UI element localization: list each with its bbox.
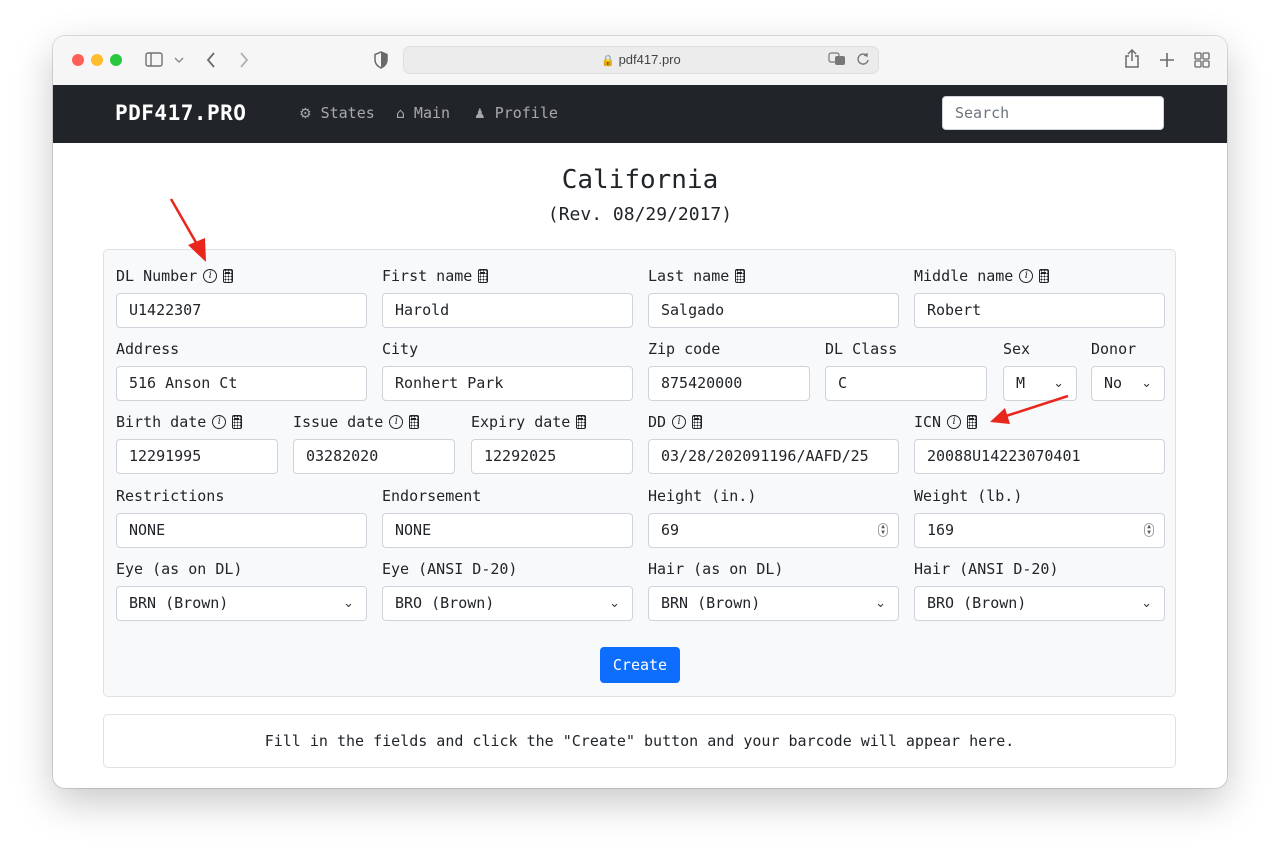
annotation-arrow-icn [990, 394, 1069, 424]
annotation-arrows [169, 198, 1069, 424]
annotation-arrow-dl-number [169, 198, 206, 262]
